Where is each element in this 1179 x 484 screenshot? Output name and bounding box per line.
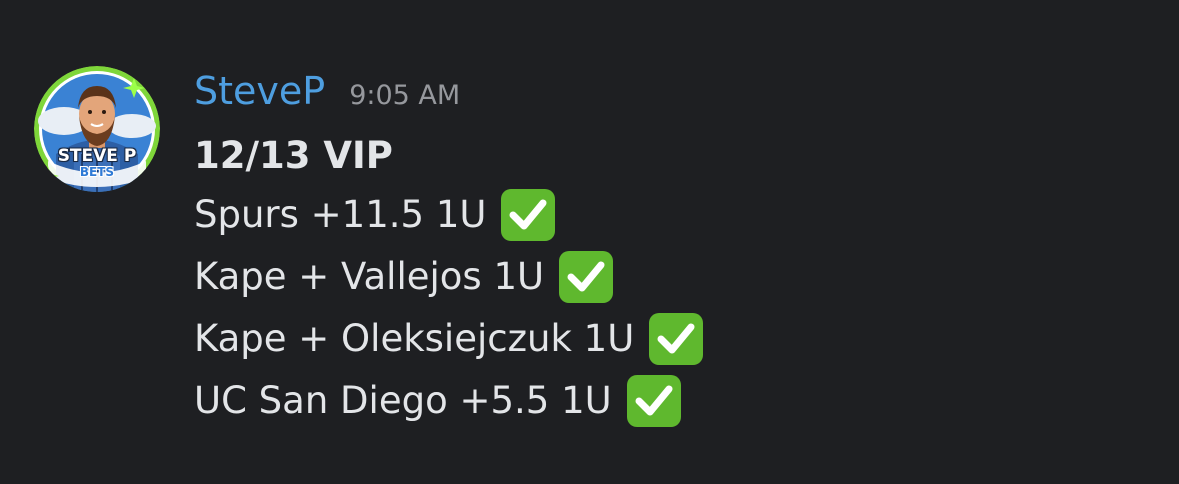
message-header: SteveP 9:05 AM	[194, 66, 460, 116]
message-line-text: Kape + Oleksiejczuk 1U	[194, 317, 635, 360]
check-mark-button-icon	[498, 188, 558, 242]
message-line: Kape + Oleksiejczuk 1U	[194, 308, 1154, 370]
timestamp[interactable]: 9:05 AM	[349, 71, 460, 121]
message-line: Kape + Vallejos 1U	[194, 246, 1154, 308]
message-line-text: 12/13 VIP	[194, 134, 393, 177]
check-mark-button-icon	[624, 374, 684, 428]
message-line-text: Kape + Vallejos 1U	[194, 255, 545, 298]
message-line: UC San Diego +5.5 1U	[194, 370, 1154, 432]
username[interactable]: SteveP	[194, 66, 325, 116]
message-content: 12/13 VIP Spurs +11.5 1U Kape + Vallejos…	[194, 128, 1154, 432]
message-line-title: 12/13 VIP	[194, 128, 1154, 184]
avatar-logo-text: STEVE P	[57, 146, 137, 166]
avatar-logo-subtext: BETS	[79, 165, 115, 179]
chat-message: STEVE P BETS SteveP 9:05 AM 12/13 VIP Sp…	[0, 0, 1179, 484]
check-mark-button-icon	[646, 312, 706, 366]
avatar[interactable]: STEVE P BETS	[34, 66, 160, 192]
check-mark-button-icon	[556, 250, 616, 304]
message-line-text: Spurs +11.5 1U	[194, 193, 487, 236]
message-line: Spurs +11.5 1U	[194, 184, 1154, 246]
message-line-text: UC San Diego +5.5 1U	[194, 379, 612, 422]
